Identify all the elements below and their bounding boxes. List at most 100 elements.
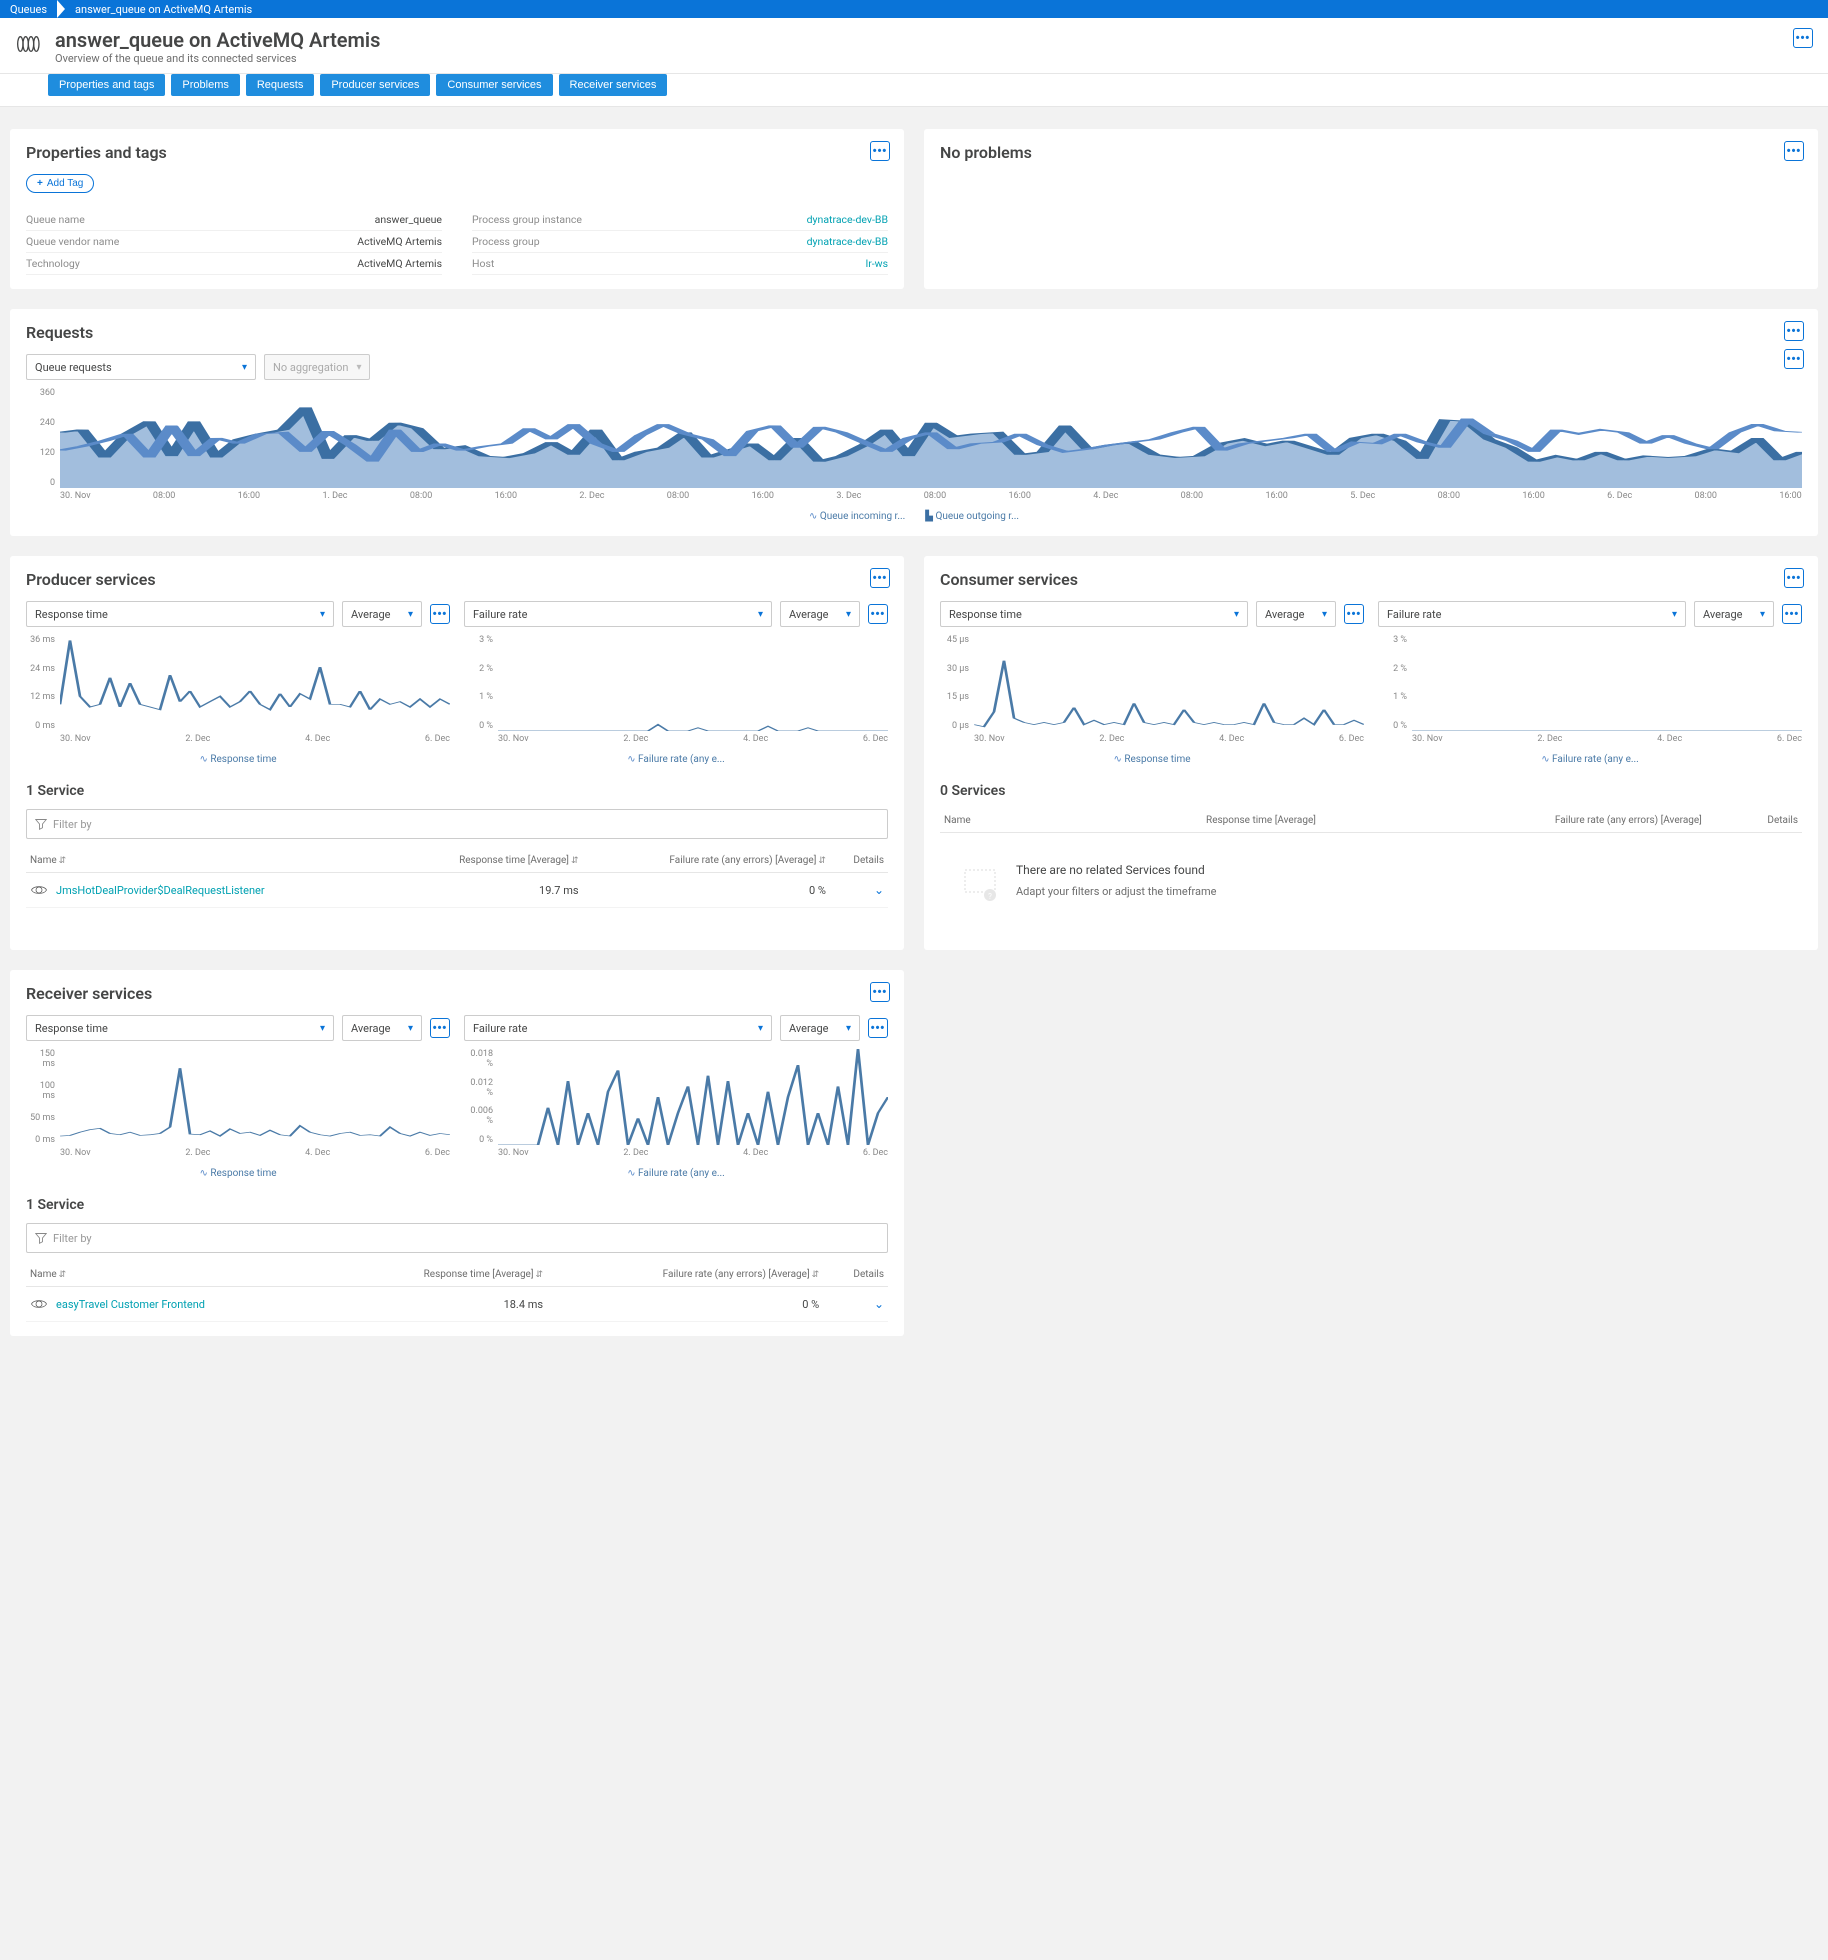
chevron-down-icon: ▾: [1672, 609, 1677, 620]
legend-outgoing: Queue outgoing r...: [925, 511, 1019, 522]
receiver-rt-menu[interactable]: •••: [430, 1018, 450, 1038]
prop-label: Queue vendor name: [26, 235, 119, 248]
sort-icon[interactable]: ⇵: [59, 1270, 67, 1280]
producer-fr-agg[interactable]: Average▾: [780, 601, 860, 627]
prop-link[interactable]: dynatrace-dev-BB: [807, 213, 888, 226]
legend-rt: Response time: [1113, 754, 1190, 765]
producer-fr-menu[interactable]: •••: [868, 604, 888, 624]
prop-value: ActiveMQ Artemis: [357, 257, 442, 270]
receiver-fr-chart: 0.018 %0.012 %0.006 %0 %: [464, 1049, 888, 1145]
breadcrumb-root[interactable]: Queues: [0, 3, 57, 16]
header-menu-button[interactable]: •••: [1793, 28, 1813, 48]
consumer-title: Consumer services: [940, 570, 1802, 589]
problems-card: ••• No problems: [924, 129, 1818, 289]
requests-title: Requests: [26, 323, 1802, 342]
sort-icon[interactable]: ⇵: [59, 856, 67, 866]
empty-state: ? There are no related Services found Ad…: [940, 833, 1802, 936]
chevron-down-icon: ▾: [846, 1023, 851, 1034]
chevron-down-icon: ▾: [1760, 609, 1765, 620]
producer-rt-menu[interactable]: •••: [430, 604, 450, 624]
tab-requests[interactable]: Requests: [246, 74, 314, 96]
receiver-fr-agg[interactable]: Average▾: [780, 1015, 860, 1041]
consumer-menu-button[interactable]: •••: [1784, 568, 1804, 588]
legend-fr: Failure rate (any e...: [627, 1168, 725, 1179]
consumer-rt-chart: 45 µs30 µs15 µs0 µs: [940, 635, 1364, 731]
tab-producer[interactable]: Producer services: [320, 74, 430, 96]
sort-icon[interactable]: ⇵: [812, 1270, 820, 1280]
receiver-title: Receiver services: [26, 984, 888, 1003]
producer-fr-chart: 3 %2 %1 %0 %: [464, 635, 888, 731]
empty-icon: ?: [960, 865, 1000, 905]
properties-title: Properties and tags: [26, 143, 888, 162]
expand-button[interactable]: ⌄: [830, 873, 888, 908]
producer-card: ••• Producer services Response time▾ Ave…: [10, 556, 904, 950]
consumer-rt-select[interactable]: Response time▾: [940, 601, 1248, 627]
producer-rt-select[interactable]: Response time▾: [26, 601, 334, 627]
receiver-fr-select[interactable]: Failure rate▾: [464, 1015, 772, 1041]
requests-menu-button[interactable]: •••: [1784, 321, 1804, 341]
producer-fr-select[interactable]: Failure rate▾: [464, 601, 772, 627]
receiver-menu-button[interactable]: •••: [870, 982, 890, 1002]
legend-fr: Failure rate (any e...: [627, 754, 725, 765]
consumer-count: 0 Services: [940, 783, 1802, 799]
tab-properties[interactable]: Properties and tags: [48, 74, 165, 96]
receiver-filter[interactable]: Filter by: [26, 1223, 888, 1253]
tab-consumer[interactable]: Consumer services: [436, 74, 552, 96]
consumer-card: ••• Consumer services Response time▾ Ave…: [924, 556, 1818, 950]
prop-link[interactable]: dynatrace-dev-BB: [807, 235, 888, 248]
chevron-down-icon: ▾: [758, 1023, 763, 1034]
page-title: answer_queue on ActiveMQ Artemis: [55, 28, 380, 52]
receiver-rt-agg[interactable]: Average▾: [342, 1015, 422, 1041]
producer-rt-agg[interactable]: Average▾: [342, 601, 422, 627]
consumer-fr-chart: 3 %2 %1 %0 %: [1378, 635, 1802, 731]
producer-count: 1 Service: [26, 783, 888, 799]
producer-filter[interactable]: Filter by: [26, 809, 888, 839]
breadcrumb: Queues answer_queue on ActiveMQ Artemis: [0, 0, 1828, 18]
legend-fr: Failure rate (any e...: [1541, 754, 1639, 765]
consumer-fr-menu[interactable]: •••: [1782, 604, 1802, 624]
tab-receiver[interactable]: Receiver services: [559, 74, 668, 96]
service-link[interactable]: JmsHotDealProvider$DealRequestListener: [30, 883, 387, 897]
receiver-table: Name⇵ Response time [Average]⇵ Failure r…: [26, 1263, 888, 1322]
breadcrumb-separator: [57, 0, 65, 18]
filter-icon: [35, 818, 47, 830]
prop-label: Process group: [472, 235, 540, 248]
prop-label: Queue name: [26, 213, 85, 226]
sort-icon[interactable]: ⇵: [571, 856, 579, 866]
service-link[interactable]: easyTravel Customer Frontend: [30, 1297, 329, 1311]
tab-problems[interactable]: Problems: [171, 74, 239, 96]
legend-rt: Response time: [199, 754, 276, 765]
chevron-down-icon: ▾: [1322, 609, 1327, 620]
producer-rt-chart: 36 ms24 ms12 ms0 ms: [26, 635, 450, 731]
problems-menu-button[interactable]: •••: [1784, 141, 1804, 161]
expand-button[interactable]: ⌄: [823, 1287, 888, 1322]
prop-link[interactable]: lr-ws: [866, 257, 888, 270]
receiver-count: 1 Service: [26, 1197, 888, 1213]
receiver-card: ••• Receiver services Response time▾ Ave…: [10, 970, 904, 1336]
chevron-down-icon: ▾: [320, 1023, 325, 1034]
receiver-rt-chart: 150 ms100 ms50 ms0 ms: [26, 1049, 450, 1145]
add-tag-button[interactable]: Add Tag: [26, 174, 94, 193]
consumer-fr-agg[interactable]: Average▾: [1694, 601, 1774, 627]
tabs: Properties and tags Problems Requests Pr…: [0, 74, 1828, 107]
prop-label: Host: [472, 257, 494, 270]
properties-card: ••• Properties and tags Add Tag Queue na…: [10, 129, 904, 289]
consumer-rt-menu[interactable]: •••: [1344, 604, 1364, 624]
requests-chart-menu-button[interactable]: •••: [1784, 349, 1804, 369]
consumer-fr-select[interactable]: Failure rate▾: [1378, 601, 1686, 627]
properties-menu-button[interactable]: •••: [870, 141, 890, 161]
receiver-rt-select[interactable]: Response time▾: [26, 1015, 334, 1041]
consumer-rt-agg[interactable]: Average▾: [1256, 601, 1336, 627]
table-row: JmsHotDealProvider$DealRequestListener 1…: [26, 873, 888, 908]
sort-icon[interactable]: ⇵: [536, 1270, 544, 1280]
producer-menu-button[interactable]: •••: [870, 568, 890, 588]
service-icon: [30, 883, 48, 897]
receiver-fr-menu[interactable]: •••: [868, 1018, 888, 1038]
prop-label: Technology: [26, 257, 80, 270]
chevron-down-icon: ▾: [242, 362, 247, 373]
requests-metric-select[interactable]: Queue requests▾: [26, 354, 256, 380]
filter-icon: [35, 1232, 47, 1244]
sort-icon[interactable]: ⇵: [818, 856, 826, 866]
requests-agg-select: No aggregation▾: [264, 354, 370, 380]
producer-title: Producer services: [26, 570, 888, 589]
